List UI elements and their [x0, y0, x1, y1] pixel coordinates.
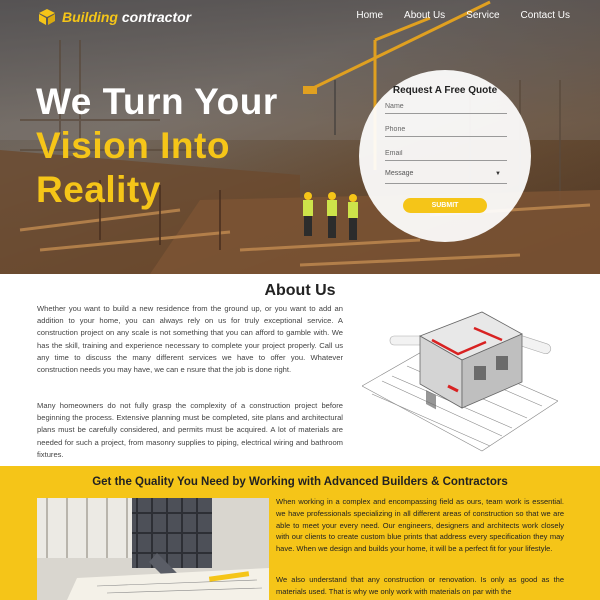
quality-title: Get the Quality You Need by Working with…: [92, 476, 508, 488]
email-field[interactable]: [385, 147, 507, 161]
hero-line-1: We Turn Your: [36, 81, 278, 122]
nav-contact[interactable]: Contact Us: [521, 10, 570, 21]
engineers-photo-image: [37, 498, 269, 600]
name-field[interactable]: [385, 100, 507, 114]
quote-form: Request A Free Quote Message ▼ SUBMIT: [359, 70, 531, 242]
nav-about[interactable]: About Us: [404, 10, 445, 21]
about-title: About Us: [264, 282, 336, 299]
about-paragraph-2: Many homeowners do not fully grasp the c…: [37, 401, 343, 459]
house-blueprint-illustration: [362, 311, 558, 452]
hero-line-3: Reality: [36, 169, 161, 210]
hero-line-2: Vision Into: [36, 125, 230, 166]
quality-paragraph-2: We also understand that any construction…: [276, 575, 564, 596]
submit-button[interactable]: SUBMIT: [403, 198, 487, 213]
cube-icon: [39, 9, 55, 25]
engineers-planning-photo: [37, 498, 269, 600]
caret-down-icon: ▼: [495, 171, 501, 177]
message-select[interactable]: Message ▼: [385, 170, 507, 184]
hero-section: Building contractor Home About Us Servic…: [0, 0, 600, 274]
hero-headline: We Turn Your Vision Into Reality: [36, 80, 278, 212]
message-select-label: Message: [385, 170, 414, 177]
nav-service[interactable]: Service: [466, 10, 499, 21]
nav-home[interactable]: Home: [356, 10, 383, 21]
brand-name: Building contractor: [62, 9, 192, 25]
brand-logo[interactable]: Building contractor: [38, 8, 191, 26]
about-paragraph-1: Whether you want to build a new residenc…: [37, 304, 343, 375]
phone-field[interactable]: [385, 123, 507, 137]
quality-paragraph-1: When working in a complex and encompassi…: [276, 497, 564, 554]
quote-form-title: Request A Free Quote: [392, 85, 498, 96]
main-nav: Home About Us Service Contact Us: [356, 10, 570, 21]
